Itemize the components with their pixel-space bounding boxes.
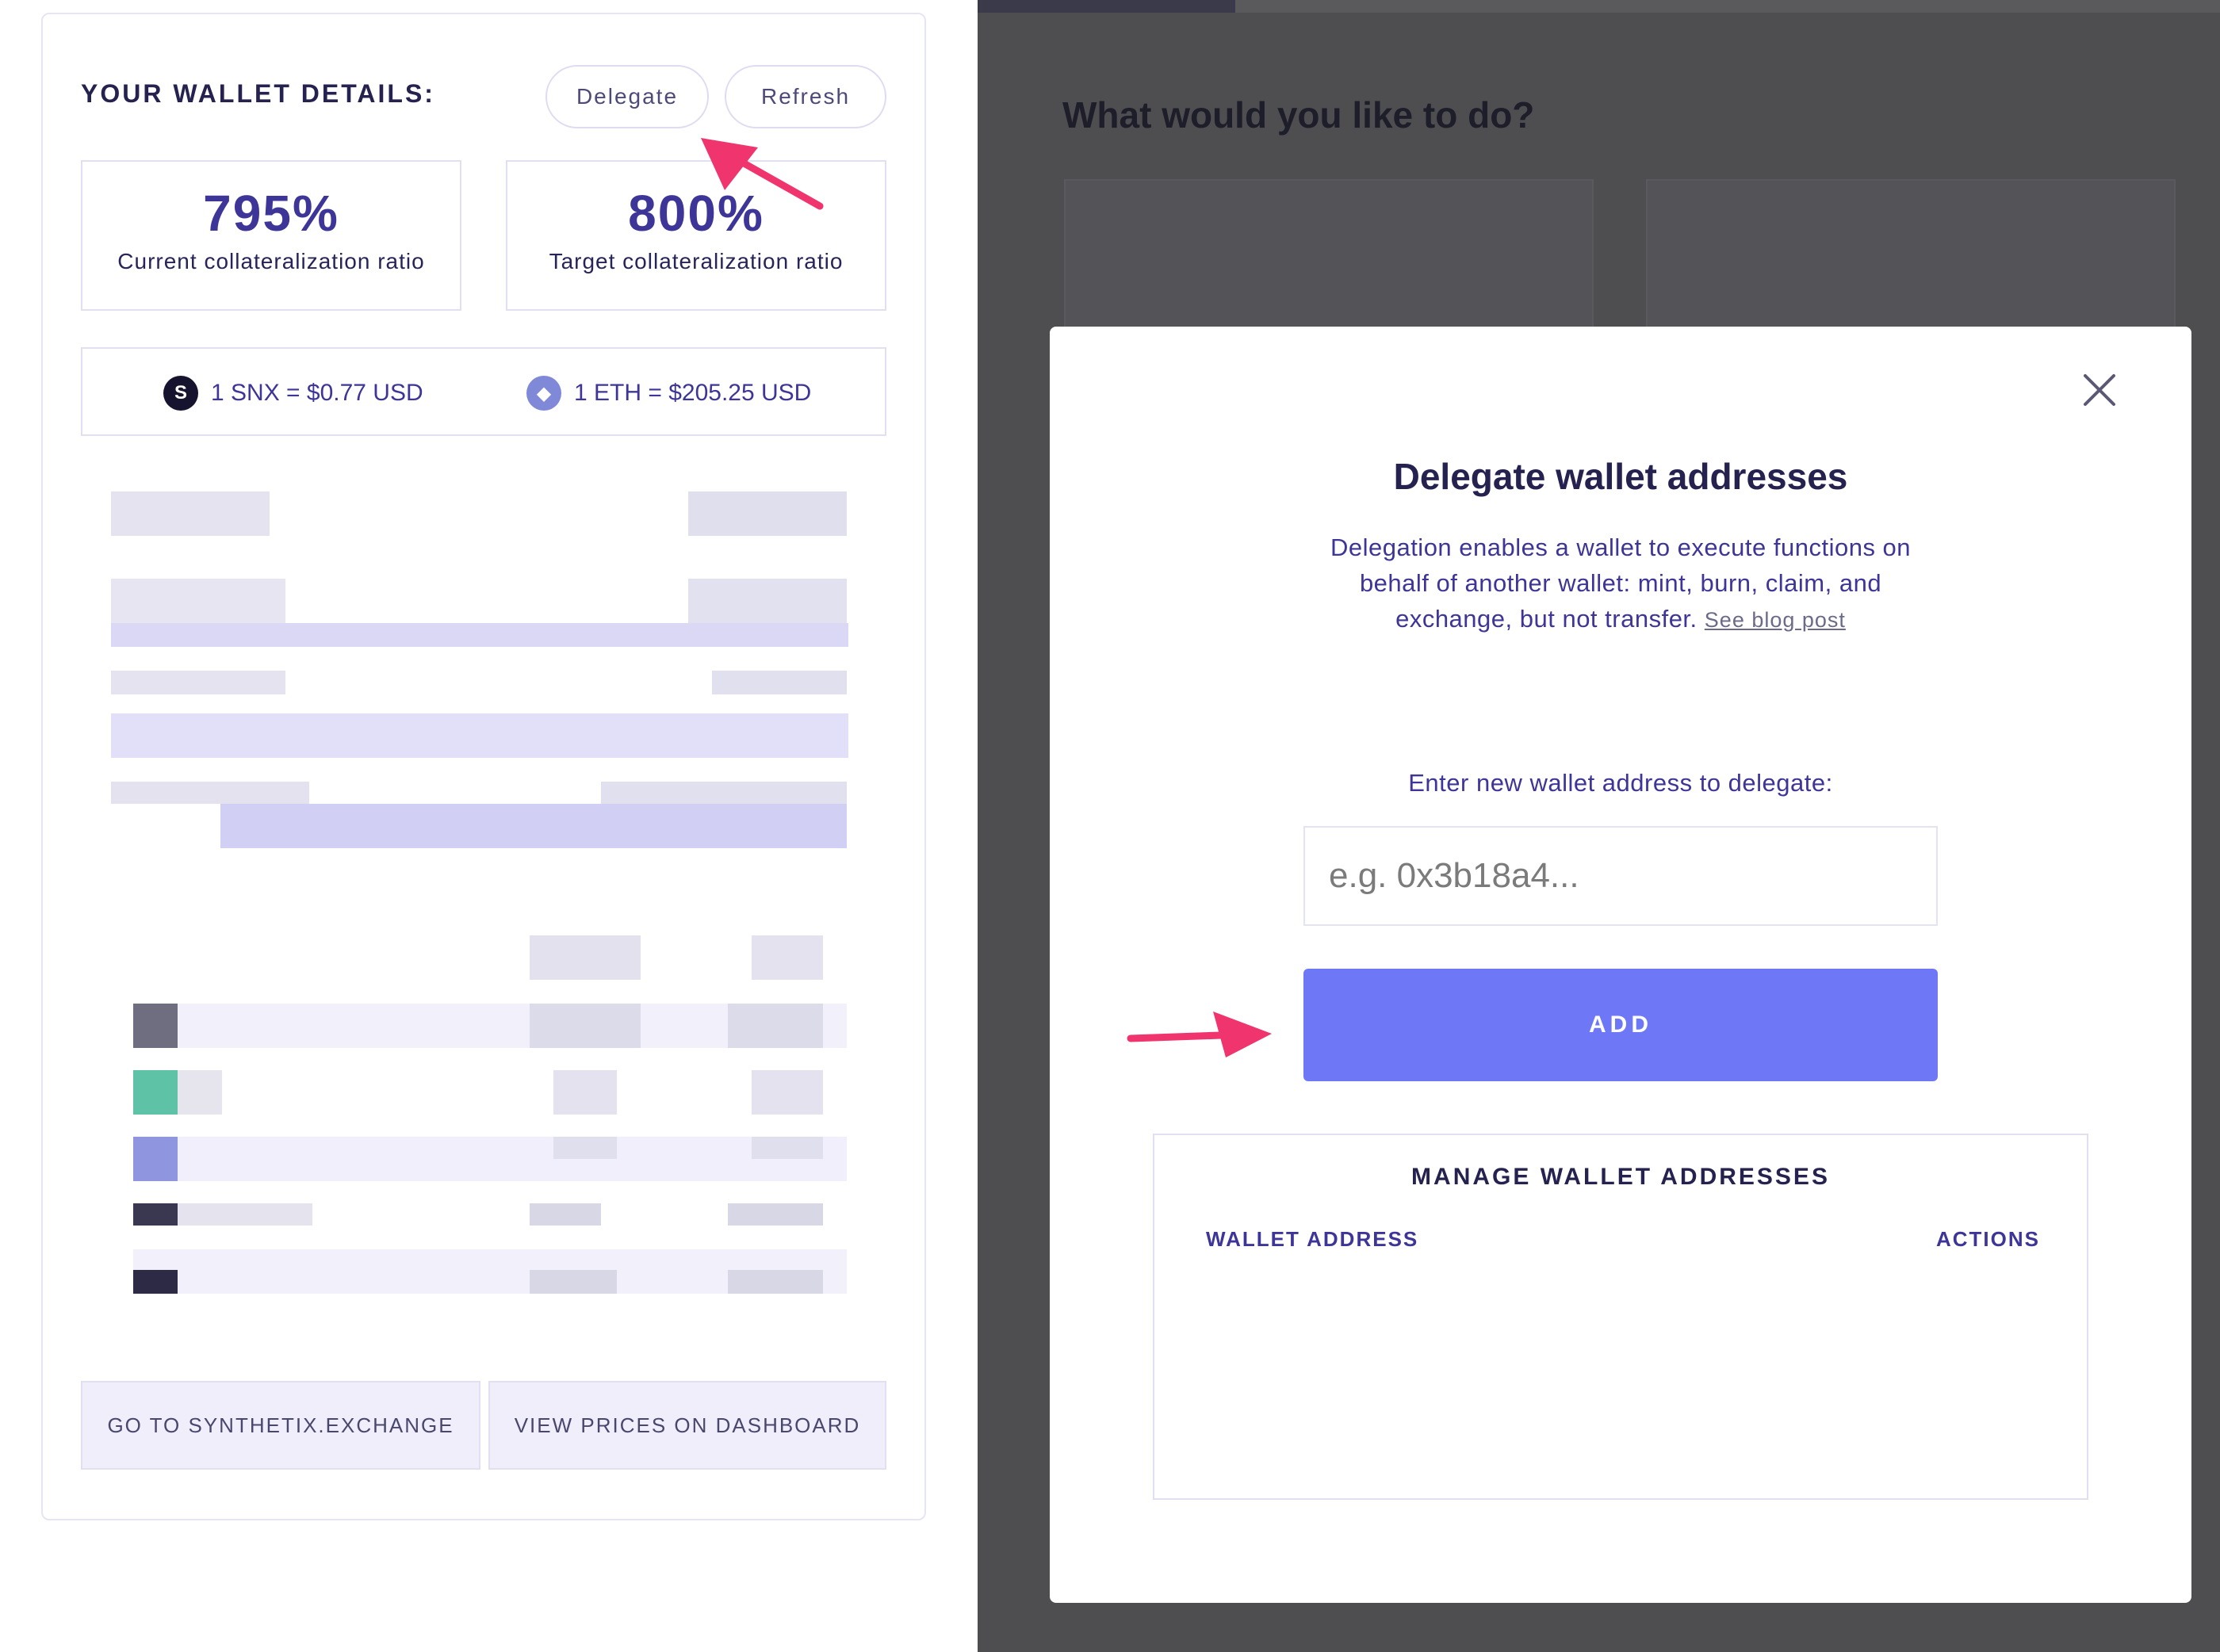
action-heading: What would you like to do? [1062, 94, 1535, 136]
annotation-arrow-icon [1127, 1011, 1272, 1057]
close-icon[interactable] [2077, 368, 2122, 412]
current-ratio-value: 795% [203, 185, 339, 242]
go-to-exchange-button[interactable]: GO TO SYNTHETIX.EXCHANGE [81, 1381, 480, 1470]
eth-price-text: 1 ETH = $205.25 USD [574, 380, 812, 406]
delegate-button[interactable]: Delegate [545, 65, 709, 128]
see-blog-post-link[interactable]: See blog post [1705, 608, 1846, 632]
refresh-button[interactable]: Refresh [725, 65, 886, 128]
add-button[interactable]: ADD [1303, 969, 1938, 1081]
action-card [1646, 179, 2176, 338]
wallet-details-title: YOUR WALLET DETAILS: [81, 79, 435, 108]
target-ratio-label: Target collateralization ratio [549, 249, 844, 273]
modal-description: Delegation enables a wallet to execute f… [1303, 530, 1938, 638]
eth-price: ◆ 1 ETH = $205.25 USD [526, 376, 811, 411]
snx-icon: S [163, 376, 198, 411]
annotation-arrow-icon [701, 138, 824, 210]
current-ratio-label: Current collateralization ratio [117, 249, 425, 273]
current-ratio-box: 795% Current collateralization ratio [81, 160, 461, 311]
address-input-label: Enter new wallet address to delegate: [1408, 769, 1833, 797]
redacted-balance-area [86, 468, 886, 1340]
wallet-address-input[interactable] [1303, 826, 1938, 926]
actions-column-header: ACTIONS [1936, 1227, 2040, 1251]
wallet-address-column-header: WALLET ADDRESS [1206, 1227, 1419, 1251]
top-tab-active [978, 0, 1235, 13]
view-prices-dashboard-button[interactable]: VIEW PRICES ON DASHBOARD [488, 1381, 886, 1470]
action-card [1064, 179, 1594, 338]
price-box: S 1 SNX = $0.77 USD ◆ 1 ETH = $205.25 US… [81, 347, 886, 436]
manage-wallets-title: MANAGE WALLET ADDRESSES [1411, 1164, 1830, 1190]
snx-price-text: 1 SNX = $0.77 USD [211, 380, 423, 406]
modal-title: Delegate wallet addresses [1393, 456, 1848, 497]
eth-icon: ◆ [526, 376, 561, 411]
snx-price: S 1 SNX = $0.77 USD [163, 376, 423, 411]
